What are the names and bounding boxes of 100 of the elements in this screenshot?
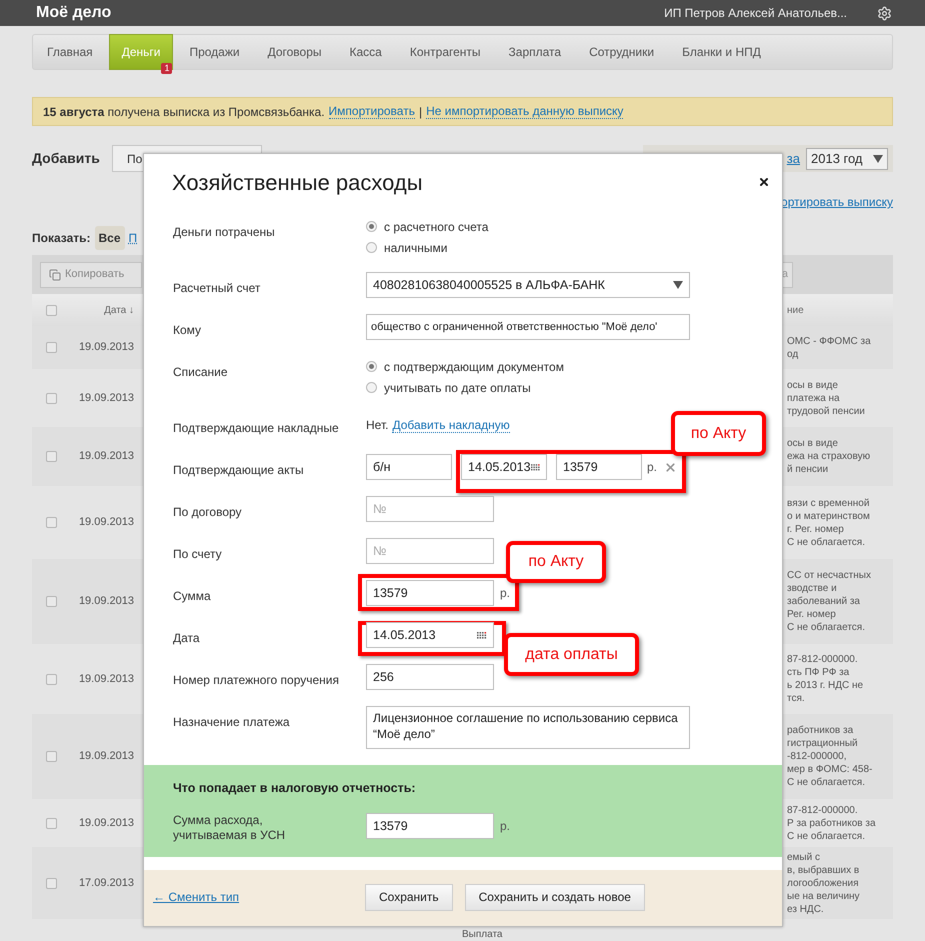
currency-label: р. [500,585,510,602]
description-text: работников за [787,724,854,737]
description-text: С не облагается. [787,536,866,548]
nav-tab[interactable]: Контрагенты [398,34,493,70]
act-amount-field[interactable]: 13579 [556,454,642,480]
add-invoice-link[interactable]: Добавить накладную [392,418,510,432]
nav-tab[interactable]: Продажи [177,34,252,70]
input-field[interactable]: № [366,538,494,564]
calendar-icon[interactable] [530,464,540,470]
filter-chip[interactable]: Все [94,226,125,250]
skip-import-link[interactable]: Не импортировать данную выписку [426,104,624,118]
copy-icon [49,268,61,280]
date-cell-text: 19.09.2013 [78,749,134,764]
checkbox[interactable] [46,517,56,528]
description-text: о и материнством [787,510,871,522]
input-field[interactable]: 13579 [366,812,494,839]
act-date-field[interactable]: 14.05.2013 [461,454,547,480]
input-field[interactable]: № [366,496,494,522]
dialog-title: Хозяйственные расходы [172,168,423,197]
show-label: Показать: [32,230,91,247]
nav-tab[interactable]: Бланки и НПД [670,34,773,70]
count-badge: 1 [161,63,172,74]
account-select[interactable]: 40802810638040005525 в АЛЬФА-БАНК [366,272,690,298]
input-field[interactable]: 13579 [366,580,494,606]
date-field[interactable]: 14.05.2013 [366,622,494,648]
date-cell-text: 19.09.2013 [78,515,134,530]
close-icon[interactable] [758,176,770,188]
radio-label: с расчетного счета [384,218,488,236]
date-cell-text: 19.09.2013 [78,390,134,406]
radio-button[interactable] [366,221,377,232]
checkbox[interactable] [46,674,56,684]
date-cell-text: 17.09.2013 [78,876,134,891]
description-text: тся. [787,692,806,705]
field-label: Подтверждающие акты [173,463,304,477]
field-label: По договору [173,505,242,519]
date-cell-text: 19.09.2013 [78,449,134,464]
checkbox[interactable] [46,342,56,353]
checkbox[interactable] [46,878,56,888]
purpose-field[interactable]: Лицензионное соглашение по использованию сервиса “Моё дело” [366,706,690,749]
callout: дата оплаты [504,633,639,676]
radio-label: учитывать по дате оплаты [384,380,531,396]
radio-button[interactable] [366,242,377,253]
date-cell-text: 19.09.2013 [78,672,134,687]
date-cell-text: 19.09.2013 [78,594,134,610]
import-link[interactable]: Импортировать [328,104,415,118]
description-text: мер в ФОМС: 458- [787,763,874,776]
checkbox[interactable] [46,392,56,404]
field-label: Сумма [173,589,211,603]
calendar-icon[interactable] [477,632,487,638]
description-text: ые на величину [787,890,861,902]
description-text: СС от несчастных [787,569,872,582]
description-text: ежа на страховую [787,450,872,463]
change-type-link[interactable]: ← Сменить тип [153,888,365,906]
filter-chip[interactable]: П [128,226,138,250]
none-text: Нет. [366,417,388,434]
save-and-new-button[interactable]: Сохранить и создать новое [464,884,645,910]
nav-tab[interactable]: Зарплата [496,34,574,70]
year-select[interactable]: 2013 год [806,148,888,170]
description-text: логообложения [787,876,860,890]
description-text: осы в виде [787,437,839,450]
recipient-field[interactable]: общество с ограниченной ответственностью "Моё дело' [366,314,690,340]
field-label: Деньги потрачены [173,225,275,239]
settings-icon[interactable] [877,6,892,20]
description-text: од [787,348,800,360]
radio-label: наличными [384,240,448,256]
nav-tab[interactable]: Сотрудники [577,34,666,70]
add-label: Добавить [32,149,101,168]
description-text: платежа на [787,392,841,404]
description-text: заболеваний за [787,595,861,608]
period-link[interactable]: за [786,148,800,168]
act-number-field[interactable]: б/н [366,454,452,480]
description-text: осы в виде [787,378,839,392]
import-statement-link[interactable]: ортировать выписку [781,193,893,211]
description-text: С не облагается. [787,776,866,789]
checkbox[interactable] [46,304,56,316]
checkbox[interactable] [46,451,56,462]
field-label: Кому [173,323,202,337]
save-button[interactable]: Сохранить [365,884,453,910]
table-cell: Выплата [462,929,502,940]
logo[interactable]: Моё дело [36,1,112,25]
nav-tab[interactable]: Касса [338,34,394,70]
description-text: 87-812-000000. [787,804,859,816]
description-text: Р за работников за [787,816,877,830]
column-header[interactable]: Дата ↓ [70,302,134,318]
user-name[interactable]: ИП Петров Алексей Анатольев... [664,4,847,22]
radio-button[interactable] [366,361,377,372]
callout: по Акту [506,541,606,583]
nav-tab[interactable]: Договоры [256,34,334,70]
column-header: ние [787,304,805,318]
nav-tab[interactable]: Главная [35,34,105,70]
remove-icon[interactable] [664,460,678,474]
description-text: в, выбравших в [787,864,860,876]
input-field[interactable]: 256 [366,664,494,690]
description-text: сть ПФ РФ за [787,666,850,679]
checkbox[interactable] [46,818,56,828]
checkbox[interactable] [46,596,56,607]
description-text: трудовой пенсии [787,404,866,418]
radio-button[interactable] [366,382,377,393]
checkbox[interactable] [46,751,56,762]
description-text: ез НДС. [787,902,825,916]
